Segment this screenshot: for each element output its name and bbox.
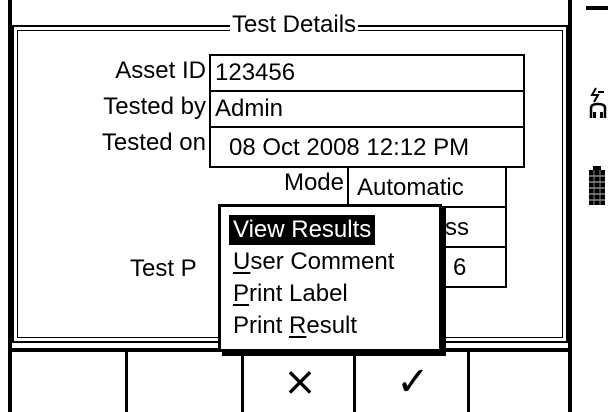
function-key-2[interactable] bbox=[128, 352, 244, 412]
menu-item-label: ser Comment bbox=[250, 248, 395, 275]
tested-on-label: Tested on bbox=[101, 129, 206, 156]
asset-id-label: Asset ID bbox=[115, 57, 206, 84]
tested-on-field[interactable]: 08 Oct 2008 12:12 PM bbox=[209, 126, 525, 168]
group-title: Test Details bbox=[230, 8, 359, 42]
menu-item-print-label[interactable]: Print Label bbox=[229, 279, 352, 309]
function-key-5[interactable] bbox=[470, 352, 568, 412]
menu-item-label-prefix: Print bbox=[233, 312, 290, 339]
menu-item-print-result[interactable]: Print Result bbox=[229, 311, 361, 341]
menu-item-mnemonic: R bbox=[289, 312, 307, 339]
context-menu: View Results User Comment Print Label Pr… bbox=[218, 204, 442, 352]
menu-item-label: rint Label bbox=[249, 280, 348, 307]
battery-icon bbox=[589, 166, 605, 205]
tested-by-field[interactable]: Admin bbox=[209, 90, 525, 128]
power-plug-icon bbox=[589, 87, 607, 118]
menu-item-user-comment[interactable]: User Comment bbox=[229, 247, 398, 277]
test-period-label: Test P bbox=[130, 255, 197, 282]
menu-item-label: esult bbox=[306, 312, 358, 339]
menu-item-mnemonic: U bbox=[233, 248, 251, 275]
menu-item-view-results[interactable]: View Results bbox=[229, 215, 376, 245]
menu-item-label: View Results bbox=[233, 216, 372, 243]
menu-item-mnemonic: P bbox=[233, 280, 250, 307]
tested-by-label: Tested by bbox=[103, 93, 206, 120]
divider-line bbox=[586, 6, 608, 10]
mode-label-cell bbox=[209, 166, 349, 208]
function-key-1[interactable] bbox=[12, 352, 128, 412]
mode-field[interactable]: Automatic bbox=[347, 166, 507, 208]
checkmark-icon: ✓ bbox=[396, 359, 430, 405]
close-icon: × bbox=[283, 359, 317, 405]
asset-id-field[interactable]: 123456 bbox=[209, 54, 525, 92]
